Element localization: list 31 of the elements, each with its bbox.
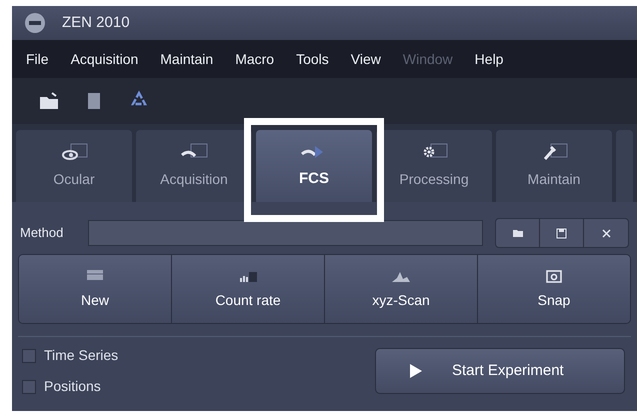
menu-item[interactable]: Help xyxy=(474,48,504,70)
start-experiment-button[interactable]: Start Experiment xyxy=(375,348,625,394)
tab[interactable]: Processing xyxy=(376,130,492,202)
menu-item[interactable]: Acquisition xyxy=(70,48,138,70)
document-icon[interactable] xyxy=(86,91,102,111)
tab[interactable]: Ocular xyxy=(16,130,132,202)
menu-item[interactable]: Tools xyxy=(296,48,329,70)
action-button[interactable]: New xyxy=(19,255,171,323)
action-button[interactable]: xyz-Scan xyxy=(324,255,477,323)
checkbox[interactable] xyxy=(22,348,36,362)
tab[interactable]: Acquisition xyxy=(136,130,252,202)
action-button[interactable]: Snap xyxy=(477,255,630,323)
menu-item[interactable]: View xyxy=(350,48,381,70)
method-field[interactable] xyxy=(88,220,483,246)
method-label: Method xyxy=(20,224,64,242)
menu-item[interactable]: File xyxy=(26,48,49,70)
checkbox-label: Positions xyxy=(44,377,101,396)
folder-icon xyxy=(512,228,524,238)
folder-icon[interactable] xyxy=(38,91,60,111)
close-icon xyxy=(602,228,610,238)
window-title: ZEN 2010 xyxy=(62,12,130,33)
tab[interactable]: FCS xyxy=(256,130,372,202)
tab[interactable]: Maintain xyxy=(496,130,612,202)
checkbox[interactable] xyxy=(22,380,36,394)
menu-item[interactable]: Maintain xyxy=(160,48,214,70)
checkbox-label: Time Series xyxy=(44,346,118,365)
eye-icon xyxy=(59,142,89,162)
app-logo-icon xyxy=(24,12,46,34)
menu-item[interactable]: Macro xyxy=(235,48,274,70)
action-button[interactable]: Count rate xyxy=(171,255,324,323)
play-icon xyxy=(410,364,422,378)
